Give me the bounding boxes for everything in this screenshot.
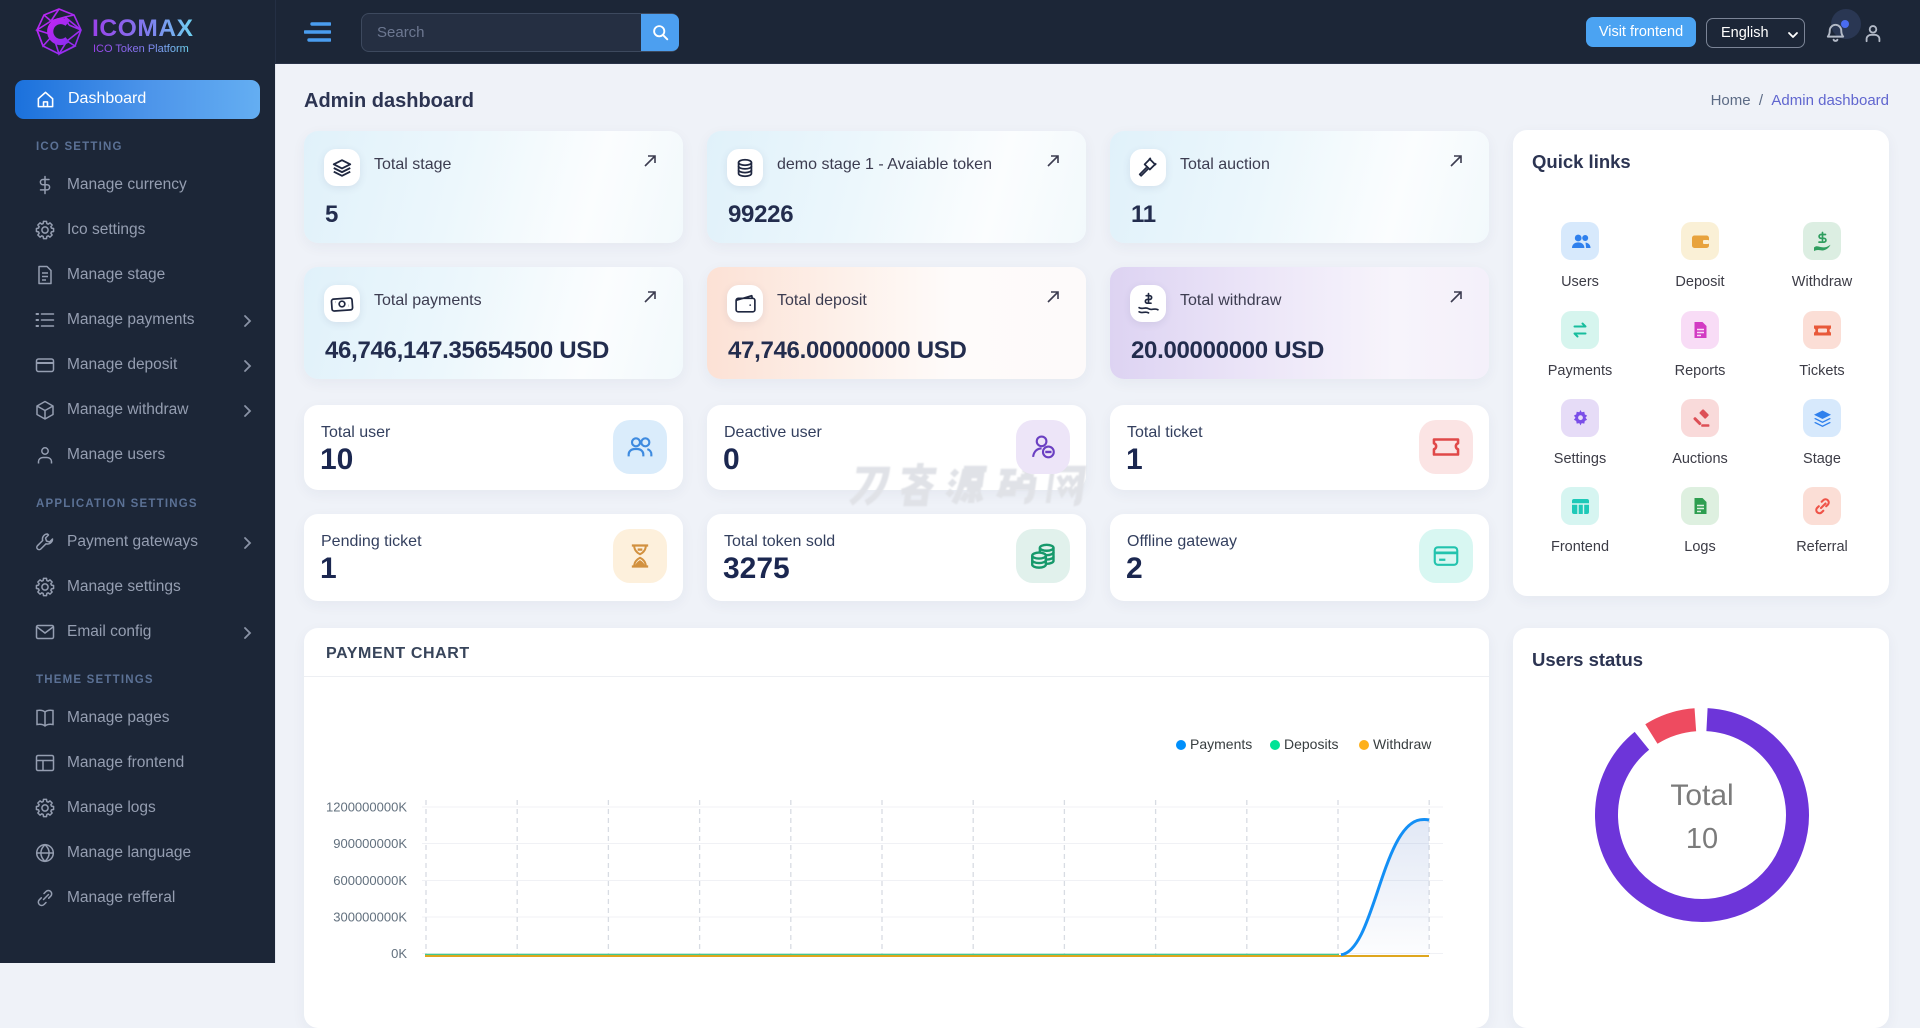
svg-text:Total: Total [1670,779,1733,812]
svg-text:0K: 0K [391,946,407,961]
svg-text:1200000000K: 1200000000K [326,800,407,815]
svg-text:ICOMAX: ICOMAX [92,15,194,42]
svg-text:ICO Token Platform: ICO Token Platform [93,43,189,55]
svg-text:900000000K: 900000000K [333,836,407,851]
svg-text:300000000K: 300000000K [333,910,407,925]
svg-text:10: 10 [1686,823,1718,855]
svg-text:600000000K: 600000000K [333,873,407,888]
